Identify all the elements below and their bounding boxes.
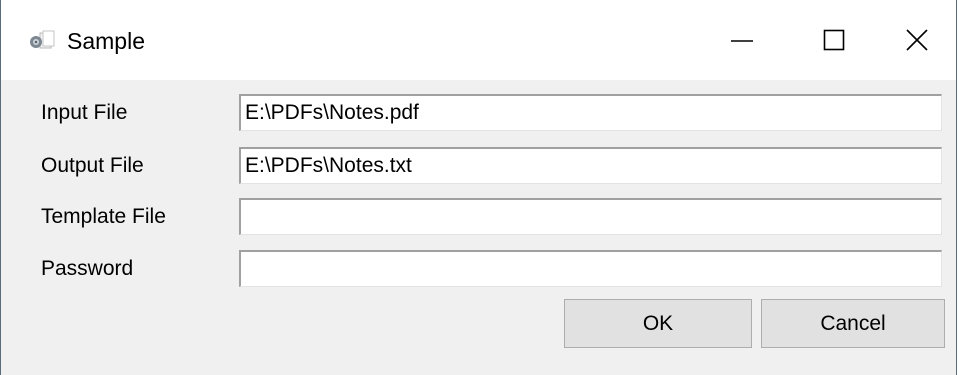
minimize-icon (731, 40, 753, 42)
password-field[interactable] (239, 250, 942, 287)
ok-button[interactable]: OK (564, 299, 752, 348)
minimize-button[interactable] (696, 0, 788, 80)
app-icon (27, 30, 57, 52)
close-icon (906, 29, 928, 51)
maximize-icon (823, 29, 845, 51)
maximize-button[interactable] (788, 0, 880, 80)
input-file-field[interactable] (239, 94, 942, 131)
input-file-label: Input File (41, 101, 128, 124)
sample-dialog-window: Sample Input File Output File Template F… (0, 0, 957, 375)
password-label: Password (41, 257, 134, 280)
output-file-label: Output File (41, 154, 144, 177)
output-file-field[interactable] (239, 147, 942, 184)
template-file-label: Template File (41, 205, 166, 228)
close-button[interactable] (871, 0, 959, 80)
dialog-client-area: Input File Output File Template File Pas… (1, 80, 956, 375)
title-bar[interactable]: Sample (1, 0, 956, 80)
window-title: Sample (67, 28, 145, 54)
template-file-field[interactable] (239, 198, 942, 235)
cancel-button[interactable]: Cancel (761, 299, 945, 348)
